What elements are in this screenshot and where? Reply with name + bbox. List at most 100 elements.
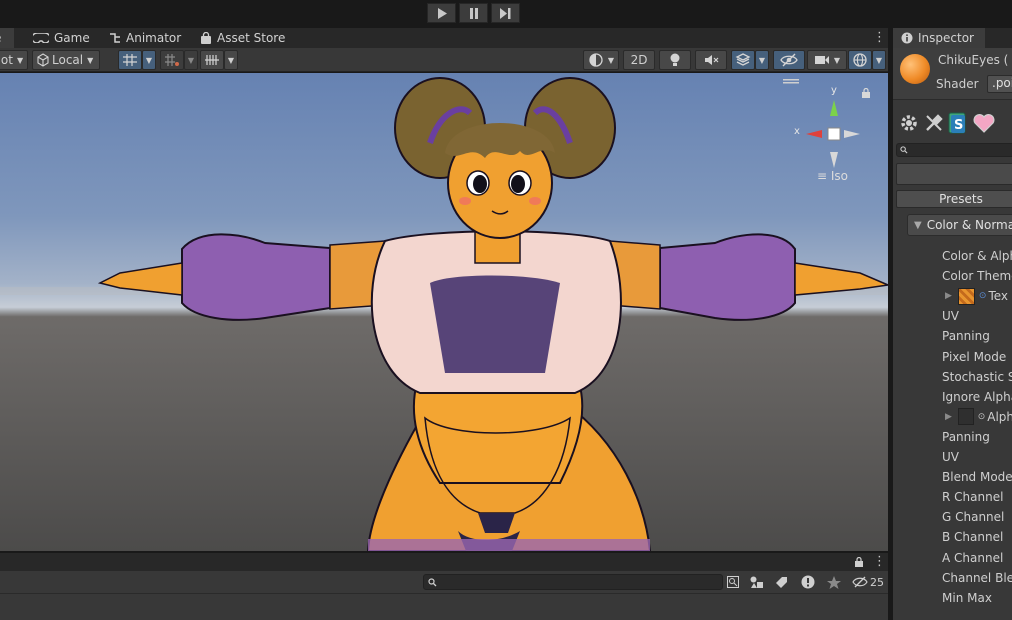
grid-snap-dropdown[interactable]: ▼ (142, 50, 156, 70)
lock-icon[interactable] (862, 88, 870, 98)
camera-dropdown[interactable]: ▼ (807, 50, 847, 70)
inspector-property-row[interactable]: G Channel (893, 507, 1012, 527)
toggle-2d-button[interactable]: 2D (623, 50, 655, 70)
search-icon (428, 578, 437, 587)
pivot-label: ot (0, 53, 13, 67)
material-name: ChikuEyes ( (938, 53, 1009, 67)
inspector-property-row[interactable]: Blend Mode (893, 467, 1012, 487)
inspector-property-label: G Channel (942, 510, 1005, 525)
inspector-property-label: Color Theme (942, 269, 1012, 284)
effects-dropdown[interactable]: ▼ (755, 50, 769, 70)
preset-field[interactable] (896, 163, 1012, 185)
inspector-property-row[interactable]: Pixel Mode (893, 347, 1012, 367)
space-dropdown[interactable]: Local ▼ (32, 50, 100, 70)
eye-slash-icon (780, 53, 798, 67)
inspector-property-row[interactable]: Ignore Alpha (893, 387, 1012, 407)
texture-slot[interactable] (957, 408, 974, 426)
increment-snap-toggle[interactable] (160, 50, 184, 70)
property-search-input[interactable] (896, 143, 1012, 157)
cube-icon (37, 53, 49, 67)
gamepad-icon (33, 33, 49, 43)
grid-visibility-toggle[interactable] (200, 50, 224, 70)
lock-icon[interactable] (855, 557, 863, 567)
inspector-property-row[interactable]: ▶ ⊙ Tex (893, 286, 1012, 306)
favorites-button[interactable] (826, 574, 842, 590)
tab-game[interactable]: Game (25, 28, 98, 48)
pause-button[interactable] (459, 3, 488, 23)
gear-icon[interactable] (900, 114, 918, 132)
tools-icon[interactable] (924, 113, 944, 133)
filter-by-type-button[interactable] (749, 574, 765, 590)
heart-icon[interactable] (973, 112, 995, 134)
inspector-property-label: Alph (987, 409, 1012, 424)
scene-menu-icon[interactable]: ⋮ (873, 31, 886, 44)
project-content-area[interactable] (0, 593, 888, 620)
tab-asset-store[interactable]: Asset Store (192, 28, 293, 48)
search-icon (900, 146, 908, 154)
console-warnings-button[interactable] (800, 574, 816, 590)
bottom-panel-tabs: ⋮ (0, 551, 888, 571)
presets-button[interactable]: Presets (896, 190, 1012, 208)
inspector-property-row[interactable]: ▶ ⊙ Alph (893, 407, 1012, 427)
grid-visibility-dropdown[interactable]: ▼ (224, 50, 238, 70)
scene-orientation-gizmo[interactable]: y x (790, 85, 870, 176)
gizmos-toggle[interactable] (848, 50, 872, 70)
inspector-property-row[interactable]: UV (893, 306, 1012, 326)
inspector-property-row[interactable]: Color Theme (893, 266, 1012, 286)
inspector-property-label: Panning (942, 429, 990, 444)
editor-tab-strip: e Game Animator Asset Store ⋮ (0, 28, 888, 48)
inspector-property-row[interactable]: Stochastic S (893, 367, 1012, 387)
inspector-property-row[interactable]: Panning (893, 427, 1012, 447)
project-toolbar: 25 (0, 571, 888, 593)
inspector-property-row[interactable]: UV (893, 447, 1012, 467)
inspector-property-row[interactable]: Color & Alpha (893, 246, 1012, 266)
triangle-right-icon[interactable]: ▶ (945, 291, 952, 301)
shader-dropdown[interactable]: .poiy (987, 75, 1012, 93)
globe-gizmo-icon (853, 53, 867, 67)
hidden-packages-toggle[interactable]: 25 (850, 574, 886, 590)
audio-toggle[interactable] (695, 50, 727, 70)
hidden-objects-toggle[interactable] (773, 50, 805, 70)
bottom-panel-menu-icon[interactable]: ⋮ (873, 555, 886, 568)
lighting-toggle[interactable] (659, 50, 691, 70)
step-button[interactable] (491, 3, 520, 23)
inspector-property-row[interactable]: R Channel (893, 487, 1012, 507)
tab-scene[interactable]: e (0, 28, 14, 48)
step-icon (500, 7, 511, 19)
gizmos-dropdown[interactable]: ▼ (872, 50, 886, 70)
tab-animator[interactable]: Animator (101, 28, 189, 48)
star-icon (827, 575, 841, 589)
search-by-type-button[interactable] (725, 574, 741, 590)
scene-viewport[interactable]: y x ≡ Iso (0, 73, 888, 551)
shader-tools-row: S (893, 108, 1012, 138)
inspector-property-row[interactable]: A Channel (893, 548, 1012, 568)
object-picker-icon[interactable]: ⊙ (979, 291, 987, 301)
section-color-normals[interactable]: ▼ Color & Normals (907, 214, 1012, 236)
eye-slash-icon (852, 576, 868, 588)
inspector-property-row[interactable]: Min Max (893, 588, 1012, 608)
object-picker-icon[interactable]: ⊙ (978, 412, 986, 422)
tab-inspector[interactable]: Inspector (893, 28, 985, 48)
info-icon (901, 32, 913, 44)
inspector-property-label: UV (942, 309, 959, 324)
inspector-property-row[interactable]: Channel Blen (893, 568, 1012, 588)
hidden-packages-count: 25 (870, 575, 884, 589)
texture-slot[interactable] (957, 287, 975, 305)
inspector-property-row[interactable]: Panning (893, 326, 1012, 346)
play-button[interactable] (427, 3, 456, 23)
inspector-property-row[interactable]: B Channel (893, 527, 1012, 547)
triangle-right-icon[interactable]: ▶ (945, 412, 952, 422)
shader-script-icon[interactable]: S (948, 112, 968, 134)
chevron-down-icon: ▼ (833, 55, 841, 65)
pivot-dropdown[interactable]: ot ▼ (0, 50, 28, 70)
effects-toggle[interactable] (731, 50, 755, 70)
projection-mode-label[interactable]: ≡ Iso (817, 169, 848, 183)
grid-snap-toggle[interactable] (118, 50, 142, 70)
increment-snap-dropdown[interactable]: ▼ (184, 50, 198, 70)
filter-by-label-button[interactable] (774, 574, 790, 590)
draw-mode-dropdown[interactable]: ▼ (583, 50, 619, 70)
tab-asset-store-label: Asset Store (217, 31, 286, 45)
increment-snap-icon (165, 54, 179, 66)
shader-label: Shader (936, 77, 979, 91)
project-search-input[interactable] (423, 574, 723, 590)
